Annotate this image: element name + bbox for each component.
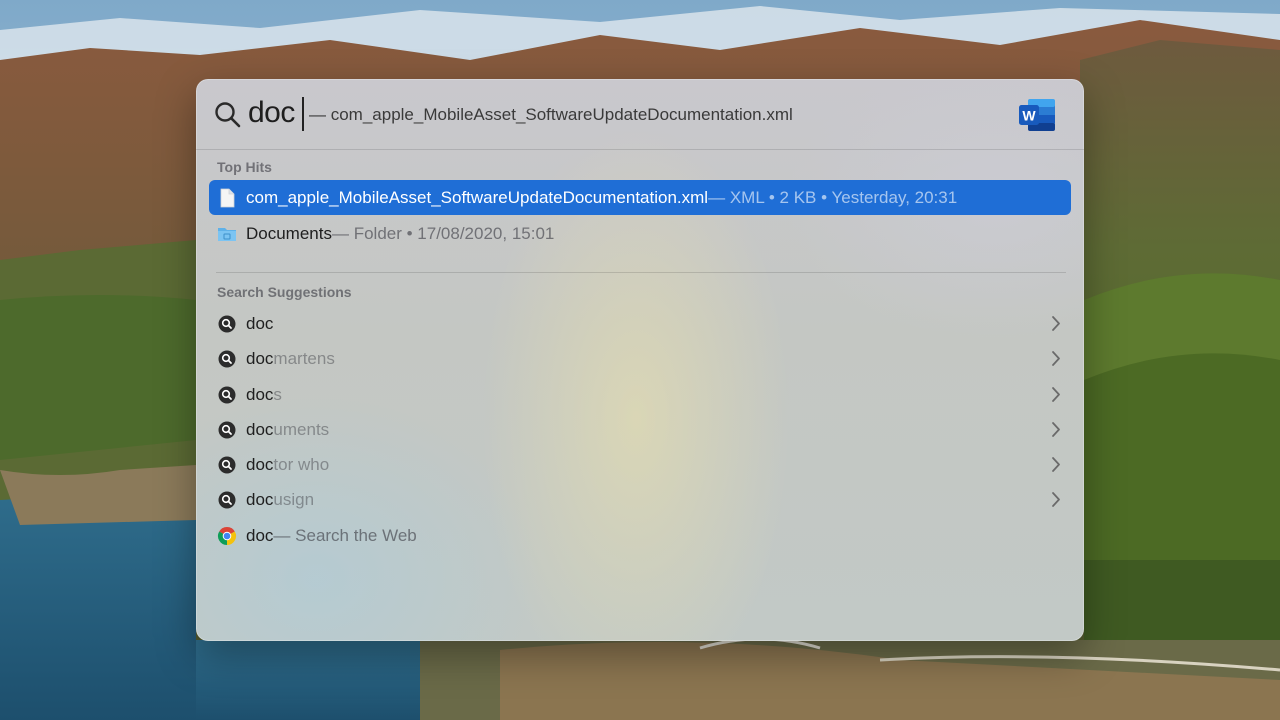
text-caret — [302, 97, 304, 131]
section-divider — [216, 272, 1066, 273]
chevron-right-icon — [1052, 422, 1060, 437]
suggestion-typed: doc — [246, 384, 274, 404]
suggestion-row[interactable]: doc martens — [209, 341, 1071, 376]
search-suggestion-icon — [218, 456, 236, 473]
search-icon — [215, 102, 241, 128]
search-suggestion-icon — [218, 421, 236, 438]
suggestion-row[interactable]: doc usign — [209, 482, 1071, 517]
suggestion-completion: tor who — [273, 454, 330, 474]
suggestion-row[interactable]: doc — [209, 306, 1071, 341]
web-search-typed: doc — [246, 525, 274, 545]
suggestion-typed: doc — [246, 348, 274, 368]
suggestion-typed: doc — [246, 419, 274, 439]
document-icon — [220, 188, 235, 207]
suggestion-typed: doc — [246, 489, 274, 509]
chrome-icon — [217, 526, 237, 545]
word-icon: W — [1019, 99, 1055, 131]
search-completion-hint: — com_apple_MobileAsset_SoftwareUpdateDo… — [309, 105, 793, 124]
search-query-text[interactable]: doc — [248, 96, 295, 130]
suggestion-typed: doc — [246, 454, 274, 474]
chevron-right-icon — [1052, 351, 1060, 366]
suggestion-row[interactable]: doc tor who — [209, 447, 1071, 482]
web-search-label: — Search the Web — [273, 525, 417, 545]
chevron-right-icon — [1052, 316, 1060, 331]
chevron-right-icon — [1052, 457, 1060, 472]
search-suggestion-icon — [218, 350, 236, 367]
suggestion-row[interactable]: doc uments — [209, 412, 1071, 447]
suggestion-completion: uments — [273, 419, 330, 439]
suggestion-completion: martens — [273, 348, 335, 368]
suggestion-typed: doc — [246, 313, 274, 333]
spotlight-search-bar[interactable]: doc — com_apple_MobileAsset_SoftwareUpda… — [196, 79, 1084, 150]
svg-text:W: W — [1022, 108, 1036, 124]
chevron-right-icon — [1052, 387, 1060, 402]
search-suggestion-icon — [218, 386, 236, 403]
top-hit-meta: — XML • 2 KB • Yesterday, 20:31 — [708, 187, 958, 207]
spotlight-panel: doc — com_apple_MobileAsset_SoftwareUpda… — [196, 79, 1084, 641]
suggestion-completion: usign — [273, 489, 315, 509]
top-hit-title: Documents — [246, 223, 332, 243]
search-suggestion-icon — [218, 315, 236, 332]
suggestion-completion: s — [273, 384, 282, 404]
top-hit-xml-file[interactable]: com_apple_MobileAsset_SoftwareUpdateDocu… — [209, 180, 1071, 215]
chevron-right-icon — [1052, 492, 1060, 507]
folder-icon — [218, 227, 236, 241]
top-hit-title: com_apple_MobileAsset_SoftwareUpdateDocu… — [246, 187, 709, 207]
top-hit-meta: — Folder • 17/08/2020, 15:01 — [331, 223, 555, 243]
search-the-web-row[interactable]: doc — Search the Web — [209, 518, 1071, 553]
top-hits-header: Top Hits — [217, 159, 272, 175]
search-suggestions-header: Search Suggestions — [217, 284, 352, 300]
top-hit-documents-folder[interactable]: Documents — Folder • 17/08/2020, 15:01 — [209, 216, 1071, 251]
suggestion-row[interactable]: doc s — [209, 377, 1071, 412]
search-suggestion-icon — [218, 491, 236, 508]
